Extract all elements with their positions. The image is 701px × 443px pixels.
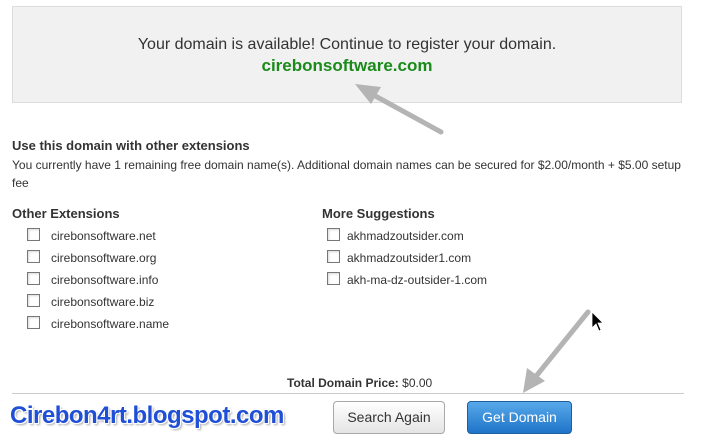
extensions-section-description: You currently have 1 remaining free doma… bbox=[12, 158, 681, 190]
other-extensions-title: Other Extensions bbox=[12, 206, 120, 221]
extension-label: cirebonsoftware.name bbox=[51, 317, 170, 331]
checkbox[interactable] bbox=[27, 228, 40, 241]
total-price-value: $0.00 bbox=[402, 376, 433, 390]
mouse-cursor-icon bbox=[591, 311, 604, 332]
checkbox[interactable] bbox=[27, 272, 40, 285]
footer-divider bbox=[12, 393, 684, 394]
extensions-section-title: Use this domain with other extensions bbox=[12, 138, 250, 153]
extension-label: cirebonsoftware.net bbox=[51, 229, 156, 243]
arrow-to-button-icon bbox=[523, 309, 591, 393]
checkbox[interactable] bbox=[27, 316, 40, 329]
total-price: Total Domain Price: $0.00 bbox=[287, 376, 432, 390]
get-domain-button[interactable]: Get Domain bbox=[467, 401, 572, 434]
checkbox[interactable] bbox=[327, 228, 340, 241]
suggestion-label: akhmadzoutsider1.com bbox=[347, 251, 472, 265]
extension-label: cirebonsoftware.info bbox=[51, 273, 159, 287]
checkbox[interactable] bbox=[27, 250, 40, 263]
watermark-text: Cirebon4rt.blogspot.com bbox=[10, 402, 284, 429]
extension-label: cirebonsoftware.biz bbox=[51, 295, 155, 309]
checkbox[interactable] bbox=[327, 250, 340, 263]
suggestion-label: akhmadzoutsider.com bbox=[347, 229, 464, 243]
availability-message: Your domain is available! Continue to re… bbox=[137, 36, 557, 53]
checkbox[interactable] bbox=[27, 294, 40, 307]
available-domain-name: cirebonsoftware.com bbox=[261, 56, 433, 75]
suggestion-label: akh-ma-dz-outsider-1.com bbox=[347, 273, 488, 287]
total-price-label: Total Domain Price: bbox=[287, 376, 399, 390]
more-suggestions-title: More Suggestions bbox=[322, 206, 435, 221]
checkbox[interactable] bbox=[327, 272, 340, 285]
search-again-button[interactable]: Search Again bbox=[333, 401, 445, 434]
availability-banner: Your domain is available! Continue to re… bbox=[12, 6, 682, 103]
extension-label: cirebonsoftware.org bbox=[51, 251, 157, 265]
